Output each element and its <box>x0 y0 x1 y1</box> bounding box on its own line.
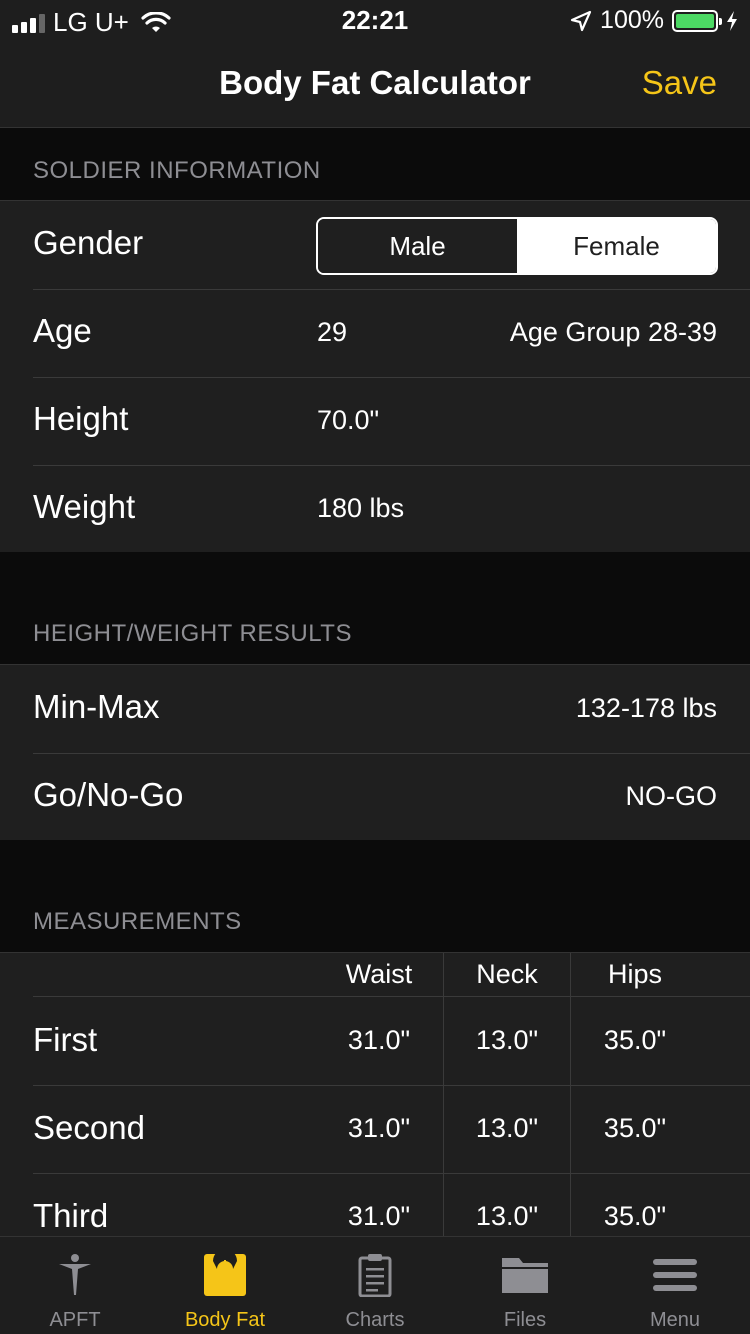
column-header-waist: Waist <box>345 959 413 989</box>
clipboard-icon <box>358 1254 392 1297</box>
age-group: Age Group 28-39 <box>509 317 717 347</box>
location-arrow-icon <box>570 10 592 31</box>
scale-icon <box>204 1253 246 1296</box>
folder-icon <box>502 1258 548 1293</box>
neck-value[interactable]: 13.0" <box>444 1201 570 1232</box>
go-no-go-row: Go/No-Go NO-GO <box>0 753 750 841</box>
age-label: Age <box>33 312 92 349</box>
charging-bolt-icon <box>727 10 737 31</box>
column-header-hips: Hips <box>607 959 662 989</box>
waist-value[interactable]: 31.0" <box>316 1025 442 1056</box>
waist-value[interactable]: 31.0" <box>316 1201 442 1232</box>
gender-label: Gender <box>33 224 144 261</box>
hamburger-icon <box>653 1259 697 1291</box>
column-header-neck: Neck <box>476 959 538 989</box>
tab-label: Menu <box>649 1309 701 1331</box>
min-max-row: Min-Max 132-178 lbs <box>0 665 750 753</box>
tab-menu[interactable]: Menu <box>600 1237 750 1334</box>
runner-icon <box>59 1254 91 1295</box>
save-button[interactable]: Save <box>642 64 717 102</box>
measurement-row-label: Third <box>33 1197 109 1234</box>
measurement-row-label: First <box>33 1021 98 1058</box>
height-weight-results-group: Min-Max 132-178 lbs Go/No-Go NO-GO <box>0 664 750 842</box>
tab-files[interactable]: Files <box>450 1237 600 1334</box>
tab-body-fat[interactable]: Body Fat <box>150 1237 300 1334</box>
soldier-information-group: Gender Male Female Age 29 Age Group 28-3… <box>0 200 750 554</box>
measurements-header-row: Waist Neck Hips <box>0 953 750 997</box>
gender-row: Gender Male Female <box>0 201 750 289</box>
height-value[interactable]: 70.0" <box>317 405 379 436</box>
status-bar: LG U+ 22:21 100% <box>0 0 750 40</box>
weight-label: Weight <box>33 488 136 525</box>
measurements-table: Waist Neck Hips First 31.0" 13.0" 35.0" … <box>0 952 750 1236</box>
gender-option-female[interactable]: Female <box>517 219 716 273</box>
tab-apft[interactable]: APFT <box>0 1237 150 1334</box>
page-title: Body Fat Calculator <box>219 64 531 101</box>
section-header-measurements: MEASUREMENTS <box>0 840 750 952</box>
weight-value[interactable]: 180 lbs <box>317 493 404 524</box>
height-label: Height <box>33 400 129 437</box>
tab-label: Body Fat <box>184 1309 266 1331</box>
neck-value[interactable]: 13.0" <box>444 1025 570 1056</box>
battery-icon <box>672 9 722 32</box>
measurement-row-second: Second 31.0" 13.0" 35.0" <box>0 1085 750 1173</box>
measurement-row-label: Second <box>33 1109 145 1146</box>
age-row[interactable]: Age 29 Age Group 28-39 <box>0 289 750 377</box>
go-no-go-label: Go/No-Go <box>33 776 184 813</box>
weight-row[interactable]: Weight 180 lbs <box>0 465 750 553</box>
gender-option-male[interactable]: Male <box>318 219 517 273</box>
waist-value[interactable]: 31.0" <box>316 1113 442 1144</box>
age-value[interactable]: 29 <box>317 317 347 348</box>
height-row[interactable]: Height 70.0" <box>0 377 750 465</box>
hips-value[interactable]: 35.0" <box>572 1113 698 1144</box>
hips-value[interactable]: 35.0" <box>572 1201 698 1232</box>
go-no-go-value: NO-GO <box>625 781 718 811</box>
navigation-bar: Body Fat Calculator Save <box>0 40 750 128</box>
min-max-label: Min-Max <box>33 688 160 725</box>
tab-label: APFT <box>49 1309 101 1331</box>
min-max-value: 132-178 lbs <box>575 693 717 723</box>
tab-label: Charts <box>345 1309 405 1331</box>
section-header-soldier-information: SOLDIER INFORMATION <box>0 129 750 201</box>
tab-label: Files <box>503 1309 547 1331</box>
tab-bar: APFT Body Fat Charts Files Menu <box>0 1236 750 1334</box>
gender-segmented-control[interactable]: Male Female <box>316 217 718 275</box>
measurement-row-third: Third 31.0" 13.0" 35.0" <box>0 1173 750 1236</box>
section-header-height-weight-results: HEIGHT/WEIGHT RESULTS <box>0 552 750 664</box>
battery-percent: 100% <box>600 6 664 34</box>
neck-value[interactable]: 13.0" <box>444 1113 570 1144</box>
tab-charts[interactable]: Charts <box>300 1237 450 1334</box>
measurement-row-first: First 31.0" 13.0" 35.0" <box>0 997 750 1085</box>
hips-value[interactable]: 35.0" <box>572 1025 698 1056</box>
